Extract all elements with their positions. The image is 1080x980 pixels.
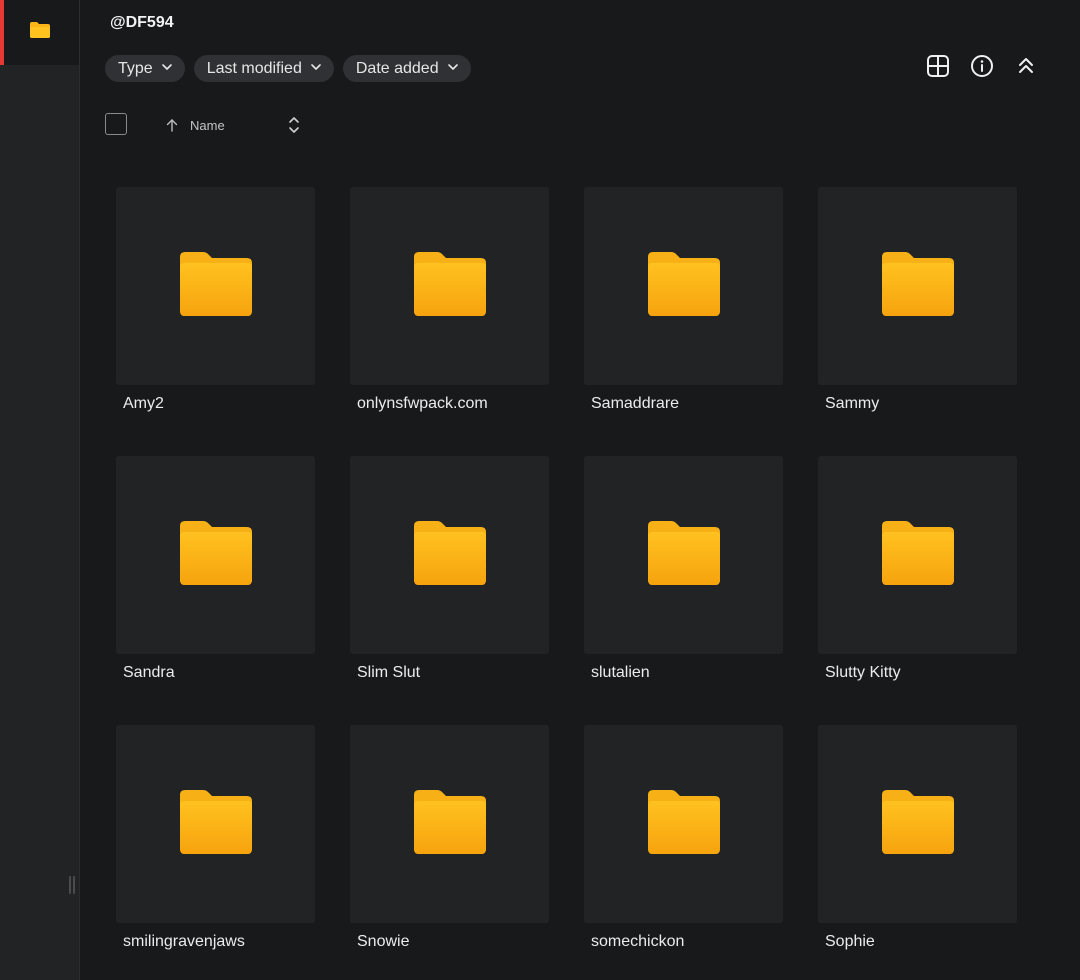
folder-icon [179, 789, 253, 860]
folder-icon [413, 520, 487, 591]
chevron-down-icon [310, 60, 322, 78]
folder-icon [881, 251, 955, 322]
info-button[interactable] [970, 55, 994, 82]
filter-label: Type [118, 59, 153, 77]
main-content: @DF594 Type Last modified Date added Nam… [80, 0, 1080, 980]
file-browser-window: @DF594 Type Last modified Date added Nam… [0, 0, 1080, 980]
collapse-button[interactable] [1014, 55, 1038, 82]
folder-icon [413, 789, 487, 860]
folder-name: somechickon [591, 933, 685, 950]
folder-thumbnail[interactable] [818, 456, 1017, 654]
folder-card[interactable]: onlynsfwpack.com [350, 187, 549, 456]
filter-last-modified-dropdown[interactable]: Last modified [193, 55, 334, 82]
folder-thumbnail[interactable] [350, 187, 549, 385]
filter-date-added-dropdown[interactable]: Date added [342, 55, 471, 82]
select-all-checkbox[interactable] [105, 113, 127, 135]
filter-label: Date added [355, 59, 439, 77]
sort-arrow-up-icon[interactable] [165, 118, 179, 137]
folder-thumbnail[interactable] [116, 187, 315, 385]
folder-card[interactable]: Snowie [350, 725, 549, 980]
folder-icon [179, 520, 253, 591]
sort-by-name-label[interactable]: Name [190, 118, 225, 133]
folder-thumbnail[interactable] [350, 725, 549, 923]
collapse-icon [1016, 56, 1036, 81]
sidebar [0, 0, 80, 980]
folder-thumbnail[interactable] [584, 456, 783, 654]
folder-card[interactable]: Sandra [116, 456, 315, 725]
folder-icon [881, 520, 955, 591]
folder-icon [647, 520, 721, 591]
folder-name: Slim Slut [357, 664, 421, 681]
folder-icon [29, 21, 51, 44]
folder-name: slutalien [591, 664, 650, 681]
view-toolbar [926, 55, 1038, 82]
folder-card[interactable]: Sammy [818, 187, 1017, 456]
folder-card[interactable]: Slim Slut [350, 456, 549, 725]
folder-card[interactable]: Sophie [818, 725, 1017, 980]
info-icon [970, 54, 994, 83]
folder-name: Sammy [825, 395, 880, 412]
folder-icon [179, 251, 253, 322]
folder-name: onlynsfwpack.com [357, 395, 488, 412]
folder-grid: Amy2 onlynsfwpack.com Samaddrare Sammy S… [116, 187, 1017, 980]
chevron-down-icon [161, 60, 173, 78]
page-title: @DF594 [110, 14, 174, 31]
folder-thumbnail[interactable] [584, 725, 783, 923]
filter-bar: Type Last modified Date added [105, 55, 471, 82]
folder-card[interactable]: slutalien [584, 456, 783, 725]
folder-thumbnail[interactable] [818, 187, 1017, 385]
sidebar-resize-handle[interactable] [68, 876, 76, 896]
grid-view-icon [926, 54, 950, 83]
folder-thumbnail[interactable] [116, 456, 315, 654]
folder-name: Amy2 [123, 395, 164, 412]
sidebar-item-files[interactable] [0, 0, 79, 65]
filter-label: Last modified [206, 59, 302, 77]
folder-card[interactable]: smilingravenjaws [116, 725, 315, 980]
active-indicator [0, 0, 4, 65]
folder-thumbnail[interactable] [818, 725, 1017, 923]
folder-card[interactable]: Samaddrare [584, 187, 783, 456]
folder-thumbnail[interactable] [350, 456, 549, 654]
grid-view-button[interactable] [926, 55, 950, 82]
sort-header: Name [105, 113, 305, 139]
sort-toggle-icon[interactable] [288, 115, 300, 140]
folder-name: Snowie [357, 933, 410, 950]
folder-icon [647, 251, 721, 322]
filter-type-dropdown[interactable]: Type [105, 55, 185, 82]
folder-name: Slutty Kitty [825, 664, 901, 681]
folder-thumbnail[interactable] [116, 725, 315, 923]
folder-card[interactable]: Slutty Kitty [818, 456, 1017, 725]
folder-icon [881, 789, 955, 860]
folder-thumbnail[interactable] [584, 187, 783, 385]
folder-name: Samaddrare [591, 395, 680, 412]
folder-name: Sophie [825, 933, 875, 950]
folder-name: smilingravenjaws [123, 933, 245, 950]
folder-card[interactable]: Amy2 [116, 187, 315, 456]
folder-icon [647, 789, 721, 860]
folder-icon [413, 251, 487, 322]
chevron-down-icon [447, 60, 459, 78]
folder-name: Sandra [123, 664, 175, 681]
folder-card[interactable]: somechickon [584, 725, 783, 980]
